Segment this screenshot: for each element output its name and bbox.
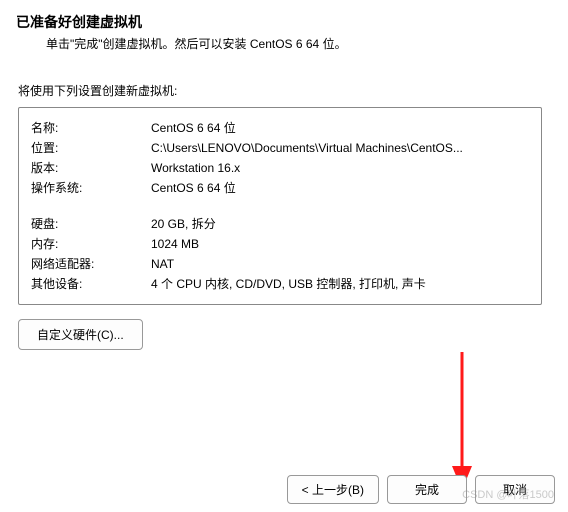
spacer [31, 198, 529, 214]
summary-row-label: 内存: [31, 234, 151, 254]
summary-row-label: 网络适配器: [31, 254, 151, 274]
summary-row-value: 1024 MB [151, 234, 529, 254]
summary-row: 操作系统:CentOS 6 64 位 [31, 178, 529, 198]
summary-panel: 名称:CentOS 6 64 位位置:C:\Users\LENOVO\Docum… [18, 107, 542, 305]
summary-row-label: 名称: [31, 118, 151, 138]
section-label: 将使用下列设置创建新虚拟机: [18, 82, 568, 99]
wizard-footer: < 上一步(B) 完成 取消 [287, 475, 555, 504]
summary-row: 名称:CentOS 6 64 位 [31, 118, 529, 138]
wizard-header: 已准备好创建虚拟机 单击"完成"创建虚拟机。然后可以安装 CentOS 6 64… [0, 0, 568, 60]
finish-button[interactable]: 完成 [387, 475, 467, 504]
cancel-button[interactable]: 取消 [475, 475, 555, 504]
summary-row-value: CentOS 6 64 位 [151, 118, 529, 138]
summary-row-value: C:\Users\LENOVO\Documents\Virtual Machin… [151, 138, 529, 158]
annotation-arrow-icon [442, 352, 482, 492]
page-title: 已准备好创建虚拟机 [16, 12, 552, 32]
customize-hardware-button[interactable]: 自定义硬件(C)... [18, 319, 143, 350]
summary-row: 版本:Workstation 16.x [31, 158, 529, 178]
summary-row-label: 版本: [31, 158, 151, 178]
back-button[interactable]: < 上一步(B) [287, 475, 379, 504]
page-subtitle: 单击"完成"创建虚拟机。然后可以安装 CentOS 6 64 位。 [16, 35, 552, 52]
summary-row-value: Workstation 16.x [151, 158, 529, 178]
summary-row: 内存:1024 MB [31, 234, 529, 254]
summary-row-value: 4 个 CPU 内核, CD/DVD, USB 控制器, 打印机, 声卡 [151, 274, 529, 294]
summary-row: 网络适配器:NAT [31, 254, 529, 274]
summary-row-value: NAT [151, 254, 529, 274]
summary-row-value: CentOS 6 64 位 [151, 178, 529, 198]
summary-row-label: 操作系统: [31, 178, 151, 198]
summary-row-label: 位置: [31, 138, 151, 158]
customize-row: 自定义硬件(C)... [18, 319, 550, 350]
summary-row-label: 硬盘: [31, 214, 151, 234]
summary-row: 位置:C:\Users\LENOVO\Documents\Virtual Mac… [31, 138, 529, 158]
summary-row: 硬盘:20 GB, 拆分 [31, 214, 529, 234]
summary-row-label: 其他设备: [31, 274, 151, 294]
summary-row-value: 20 GB, 拆分 [151, 214, 529, 234]
summary-row: 其他设备:4 个 CPU 内核, CD/DVD, USB 控制器, 打印机, 声… [31, 274, 529, 294]
